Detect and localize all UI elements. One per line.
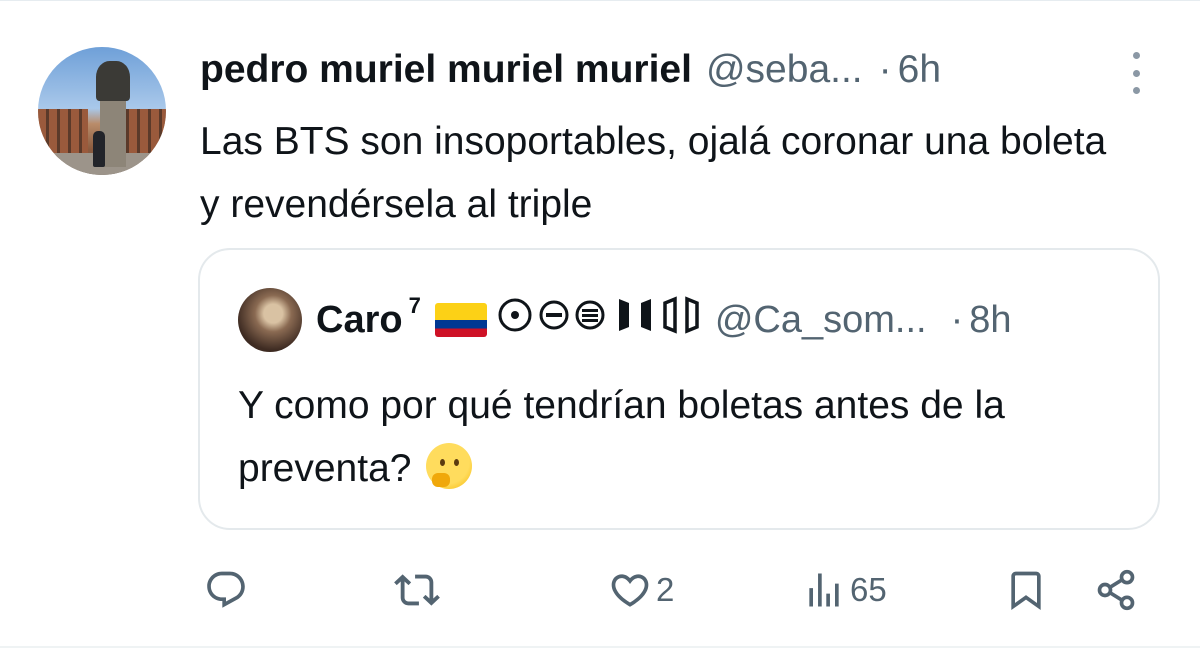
avatar-person [93,131,105,167]
views-button[interactable]: 65 [802,560,887,620]
more-dot-icon [1132,87,1140,94]
quoted-tweet-card[interactable]: Caro 7 @Ca_som... · 8h Y como por qué te… [198,248,1160,530]
more-dot-icon [1132,69,1140,77]
quoted-tweet-timestamp: 8h [969,298,1012,341]
avatar-building-left [38,109,88,159]
top-divider [0,0,1200,1]
quoted-tweet-text-container: Y como por qué tendrían boletas antes de… [238,374,1118,500]
circled-minus-icon [537,298,571,342]
quoted-header-separator: · [950,298,964,341]
views-count: 65 [850,571,887,608]
author-display-name[interactable]: pedro muriel muriel muriel [200,48,692,92]
share-button[interactable] [1094,560,1138,620]
colombia-flag-icon [434,303,487,337]
retweet-button[interactable] [394,560,440,620]
tweet-timestamp[interactable]: 6h [898,48,941,92]
bts-logo-icon [615,295,655,345]
heart-icon [611,574,649,607]
quoted-tweet-text: Y como por qué tendrían boletas antes de… [238,384,1005,490]
more-dot-icon [1132,52,1140,59]
bookmark-button[interactable] [1004,560,1048,620]
reply-icon [207,571,245,608]
quoted-author-display-name: Caro [316,298,403,341]
circled-equals-icon [573,298,607,342]
bottom-divider [0,646,1200,648]
like-button[interactable]: 2 [608,560,674,620]
quoted-author-superscript: 7 [408,293,421,318]
thinking-face-icon [426,443,473,489]
avatar-statue [96,61,130,101]
views-chart-icon [809,573,839,607]
tweet-header: pedro muriel muriel muriel @seba... · 6h [200,48,941,92]
retweet-icon [394,574,440,606]
quoted-author-handle: @Ca_som... [714,298,927,341]
like-count: 2 [656,571,675,608]
army-logo-icon [661,295,701,345]
quoted-tweet-header: Caro 7 @Ca_som... · 8h [316,293,1012,345]
more-options-button[interactable] [1126,52,1146,94]
bookmark-icon [1011,571,1041,611]
header-separator: · [878,48,892,91]
quoted-author-avatar [238,288,302,352]
author-avatar[interactable] [38,47,166,175]
author-handle[interactable]: @seba... [706,48,863,92]
reply-button[interactable] [204,560,248,620]
tweet-text: Las BTS son insoportables, ojalá coronar… [200,120,1107,226]
share-icon [1097,569,1135,611]
circled-dot-icon [497,297,533,343]
tweet-actions-bar: 2 65 [0,560,1200,620]
